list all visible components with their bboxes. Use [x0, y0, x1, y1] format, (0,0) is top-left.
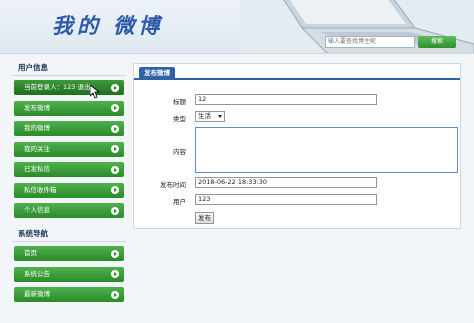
post-weibo-panel: 发布微博 标题 12 类型 生活 内容 发布时间 2018-06-22 18:3…	[133, 63, 461, 229]
sidebar-item-post-weibo[interactable]: 发布微博	[14, 100, 124, 116]
title-input[interactable]: 12	[195, 94, 377, 105]
panel-tab-title: 发布微博	[139, 67, 175, 80]
sidebar-item-label: 个人信息	[24, 206, 50, 214]
publish-time-label: 发布时间	[160, 181, 186, 189]
sidebar-item-sent-messages[interactable]: 已发私信	[14, 162, 124, 177]
panel-header: 发布微博	[134, 64, 460, 80]
arrow-right-icon	[111, 270, 119, 278]
content-textarea[interactable]	[195, 127, 458, 173]
sidebar-item-inbox[interactable]: 私信收件箱	[14, 182, 124, 198]
sidebar-item-label: 私信收件箱	[24, 185, 57, 194]
type-label: 类型	[173, 115, 186, 123]
publish-button[interactable]: 发布	[195, 212, 214, 224]
title-label: 标题	[173, 98, 186, 106]
sidebar-item-label: 我的关注	[24, 144, 50, 153]
arrow-right-icon	[111, 186, 119, 194]
user-input[interactable]: 123	[195, 194, 377, 205]
search-input[interactable]: 输入要查找博主昵	[325, 36, 415, 48]
sidebar: 用户信息 当前登录人：123 退出 发布微博 我的微博 我的关注 已发私信 私信…	[12, 60, 126, 323]
arrow-right-icon	[111, 145, 119, 153]
search-button[interactable]: 搜索	[418, 36, 456, 48]
arrow-right-icon	[111, 124, 119, 133]
sidebar-item-label: 当前登录人：123 退出	[24, 83, 91, 91]
system-nav-section-title: 系统导航	[12, 226, 126, 242]
publish-time-input[interactable]: 2018-06-22 18:33:30	[195, 177, 377, 188]
sidebar-item-label: 发布微博	[24, 103, 50, 112]
arrow-right-icon	[111, 104, 119, 112]
type-select-value: 生活	[198, 112, 211, 120]
sidebar-item-label: 系统公告	[24, 269, 50, 278]
site-logo: 我的 微博	[52, 13, 164, 38]
arrow-right-icon	[111, 249, 119, 258]
sidebar-item-label: 最新微博	[24, 290, 50, 298]
sidebar-item-label: 首页	[24, 249, 37, 257]
arrow-right-icon	[111, 290, 119, 299]
sidebar-item-profile[interactable]: 个人信息	[14, 203, 124, 218]
arrow-right-icon	[111, 165, 119, 174]
type-select[interactable]: 生活	[195, 111, 225, 122]
sidebar-item-latest-weibo[interactable]: 最新微博	[14, 287, 124, 302]
arrow-right-icon	[111, 83, 119, 92]
sidebar-item-current-user[interactable]: 当前登录人：123 退出	[14, 80, 124, 95]
header-banner: 我的 微博 输入要查找博主昵 搜索	[0, 0, 474, 54]
sidebar-item-my-follows[interactable]: 我的关注	[14, 141, 124, 157]
mouse-cursor-icon	[90, 85, 100, 99]
chevron-down-icon	[218, 115, 222, 118]
user-info-section-title: 用户信息	[12, 60, 126, 76]
user-label: 用户	[173, 198, 186, 206]
sidebar-item-label: 我的微博	[24, 124, 50, 132]
sidebar-item-label: 已发私信	[24, 165, 50, 173]
content-label: 内容	[173, 148, 186, 156]
sidebar-item-my-weibo[interactable]: 我的微博	[14, 121, 124, 136]
sidebar-item-home[interactable]: 首页	[14, 246, 124, 261]
sidebar-item-announcements[interactable]: 系统公告	[14, 266, 124, 282]
arrow-right-icon	[111, 206, 119, 215]
